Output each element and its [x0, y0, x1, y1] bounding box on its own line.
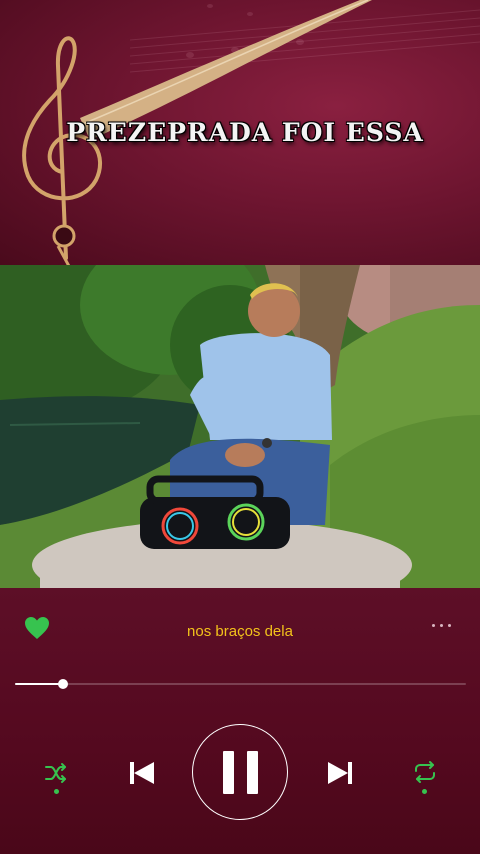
skip-previous-icon[interactable] — [128, 759, 156, 787]
video-scene — [0, 265, 480, 588]
lyric-line: nos braços dela — [187, 623, 293, 640]
shuffle-icon[interactable] — [44, 762, 68, 784]
pause-icon — [223, 751, 234, 794]
shuffle-active-indicator — [54, 789, 59, 794]
progress-bar[interactable] — [15, 679, 466, 689]
more-options-icon[interactable] — [432, 624, 454, 630]
cover-banner: PREZEPRADA FOI ESSA — [0, 0, 480, 265]
pause-button[interactable] — [192, 724, 288, 820]
skip-next-icon[interactable] — [326, 759, 354, 787]
banner-title: PREZEPRADA FOI ESSA — [66, 118, 424, 147]
progress-handle[interactable] — [58, 679, 69, 689]
video-frame[interactable] — [0, 265, 480, 588]
player-controls: nos braços dela — [0, 588, 480, 854]
pause-icon-bar — [247, 751, 258, 794]
progress-fill — [15, 683, 64, 685]
repeat-icon[interactable] — [412, 760, 438, 784]
repeat-active-indicator — [422, 789, 427, 794]
